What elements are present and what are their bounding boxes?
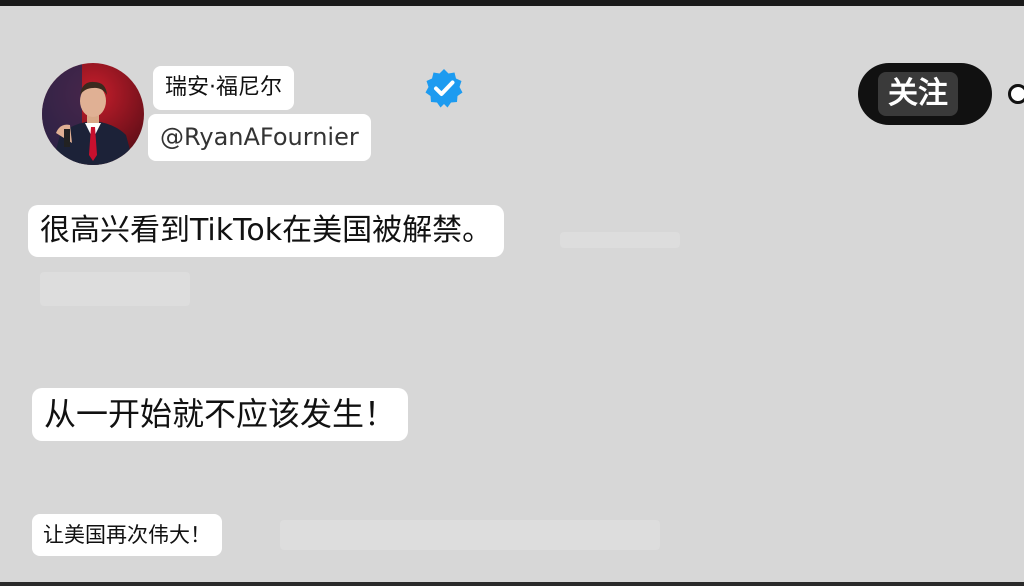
avatar-image bbox=[42, 63, 144, 165]
follow-label: 关注 bbox=[878, 72, 958, 116]
post-text-line-1: 很高兴看到TikTok在美国被解禁。 bbox=[28, 205, 505, 257]
follow-button[interactable]: 关注 bbox=[858, 63, 992, 125]
post-text-line-2: 从一开始就不应该发生！ bbox=[32, 388, 409, 441]
faded-original-text bbox=[40, 272, 190, 306]
avatar[interactable] bbox=[42, 63, 144, 165]
top-edge-bar bbox=[0, 0, 1024, 6]
display-name[interactable]: 瑞安·福尼尔 bbox=[153, 66, 294, 110]
faded-original-text bbox=[280, 520, 660, 550]
bottom-edge-bar bbox=[0, 582, 1024, 586]
more-options-icon[interactable] bbox=[1008, 84, 1024, 104]
user-handle[interactable]: @RyanAFournier bbox=[148, 114, 371, 161]
post-text-line-3: 让美国再次伟大！ bbox=[32, 514, 222, 556]
verified-badge-icon bbox=[425, 69, 463, 108]
faded-original-text bbox=[560, 232, 680, 248]
